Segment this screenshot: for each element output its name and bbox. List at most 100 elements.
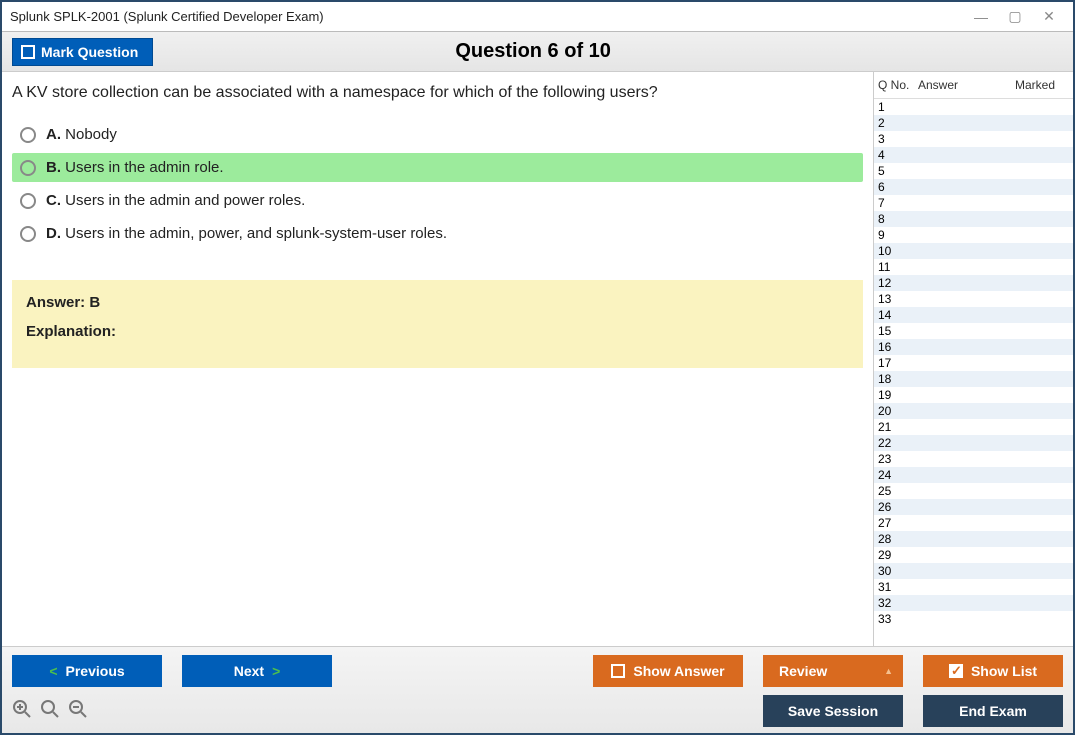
row-qno: 17 — [878, 356, 918, 370]
minimize-icon[interactable]: — — [973, 9, 989, 25]
question-list-row[interactable]: 27 — [874, 515, 1073, 531]
row-answer — [918, 500, 994, 514]
row-marked — [994, 180, 1070, 194]
window-title: Splunk SPLK-2001 (Splunk Certified Devel… — [10, 9, 324, 24]
question-list-row[interactable]: 25 — [874, 483, 1073, 499]
row-answer — [918, 372, 994, 386]
question-list-row[interactable]: 11 — [874, 259, 1073, 275]
question-list-row[interactable]: 14 — [874, 307, 1073, 323]
question-list-row[interactable]: 3 — [874, 131, 1073, 147]
question-list-row[interactable]: 24 — [874, 467, 1073, 483]
option-b[interactable]: B. Users in the admin role. — [12, 153, 863, 182]
next-button[interactable]: Next > — [182, 655, 332, 687]
question-list-row[interactable]: 31 — [874, 579, 1073, 595]
question-text: A KV store collection can be associated … — [12, 84, 863, 102]
row-marked — [994, 612, 1070, 626]
question-list-row[interactable]: 17 — [874, 355, 1073, 371]
show-list-button[interactable]: Show List — [923, 655, 1063, 687]
title-bar: Splunk SPLK-2001 (Splunk Certified Devel… — [2, 2, 1073, 32]
question-list-row[interactable]: 10 — [874, 243, 1073, 259]
row-answer — [918, 532, 994, 546]
question-list-row[interactable]: 8 — [874, 211, 1073, 227]
row-marked — [994, 276, 1070, 290]
footer: < Previous Next > Show Answer Review ▲ S… — [2, 646, 1073, 733]
row-answer — [918, 612, 994, 626]
row-qno: 24 — [878, 468, 918, 482]
question-list-row[interactable]: 28 — [874, 531, 1073, 547]
show-answer-button[interactable]: Show Answer — [593, 655, 743, 687]
row-marked — [994, 404, 1070, 418]
end-exam-button[interactable]: End Exam — [923, 695, 1063, 727]
maximize-icon[interactable]: ▢ — [1007, 9, 1023, 25]
question-list-row[interactable]: 7 — [874, 195, 1073, 211]
row-marked — [994, 340, 1070, 354]
question-list-row[interactable]: 4 — [874, 147, 1073, 163]
question-list-row[interactable]: 2 — [874, 115, 1073, 131]
row-qno: 19 — [878, 388, 918, 402]
question-list-row[interactable]: 33 — [874, 611, 1073, 627]
row-marked — [994, 244, 1070, 258]
row-marked — [994, 324, 1070, 338]
show-answer-label: Show Answer — [633, 663, 724, 679]
row-answer — [918, 244, 994, 258]
row-qno: 7 — [878, 196, 918, 210]
row-answer — [918, 180, 994, 194]
question-list-row[interactable]: 29 — [874, 547, 1073, 563]
explanation-label: Explanation: — [26, 323, 116, 340]
row-answer — [918, 548, 994, 562]
row-qno: 2 — [878, 116, 918, 130]
question-list-row[interactable]: 23 — [874, 451, 1073, 467]
question-list-row[interactable]: 32 — [874, 595, 1073, 611]
question-list-row[interactable]: 1 — [874, 99, 1073, 115]
save-session-button[interactable]: Save Session — [763, 695, 903, 727]
previous-button[interactable]: < Previous — [12, 655, 162, 687]
question-list-row[interactable]: 20 — [874, 403, 1073, 419]
row-answer — [918, 404, 994, 418]
question-list-row[interactable]: 15 — [874, 323, 1073, 339]
row-qno: 5 — [878, 164, 918, 178]
question-list-row[interactable]: 22 — [874, 435, 1073, 451]
row-marked — [994, 308, 1070, 322]
question-list-row[interactable]: 18 — [874, 371, 1073, 387]
row-marked — [994, 436, 1070, 450]
row-marked — [994, 484, 1070, 498]
row-qno: 28 — [878, 532, 918, 546]
row-answer — [918, 484, 994, 498]
radio-icon — [20, 226, 36, 242]
option-d[interactable]: D. Users in the admin, power, and splunk… — [12, 219, 863, 248]
row-answer — [918, 516, 994, 530]
zoom-reset-icon[interactable] — [40, 699, 60, 724]
option-c[interactable]: C. Users in the admin and power roles. — [12, 186, 863, 215]
row-marked — [994, 596, 1070, 610]
next-label: Next — [234, 663, 264, 679]
row-answer — [918, 340, 994, 354]
row-qno: 6 — [878, 180, 918, 194]
question-list-row[interactable]: 6 — [874, 179, 1073, 195]
question-list-row[interactable]: 13 — [874, 291, 1073, 307]
row-qno: 27 — [878, 516, 918, 530]
previous-label: Previous — [66, 663, 125, 679]
row-answer — [918, 468, 994, 482]
row-qno: 18 — [878, 372, 918, 386]
review-button[interactable]: Review ▲ — [763, 655, 903, 687]
question-list-row[interactable]: 9 — [874, 227, 1073, 243]
window-controls: — ▢ ✕ — [973, 9, 1065, 25]
question-list-row[interactable]: 16 — [874, 339, 1073, 355]
row-answer — [918, 116, 994, 130]
zoom-out-icon[interactable] — [68, 699, 88, 724]
question-list-row[interactable]: 19 — [874, 387, 1073, 403]
option-a[interactable]: A. Nobody — [12, 120, 863, 149]
question-list-row[interactable]: 26 — [874, 499, 1073, 515]
col-qno: Q No. — [878, 78, 918, 92]
col-answer: Answer — [918, 78, 994, 92]
question-list-row[interactable]: 5 — [874, 163, 1073, 179]
question-list-row[interactable]: 12 — [874, 275, 1073, 291]
question-list-row[interactable]: 21 — [874, 419, 1073, 435]
row-answer — [918, 292, 994, 306]
row-qno: 4 — [878, 148, 918, 162]
question-list[interactable]: 1234567891011121314151617181920212223242… — [874, 99, 1073, 646]
zoom-in-icon[interactable] — [12, 699, 32, 724]
mark-question-button[interactable]: Mark Question — [12, 38, 153, 66]
close-icon[interactable]: ✕ — [1041, 9, 1057, 25]
question-list-row[interactable]: 30 — [874, 563, 1073, 579]
